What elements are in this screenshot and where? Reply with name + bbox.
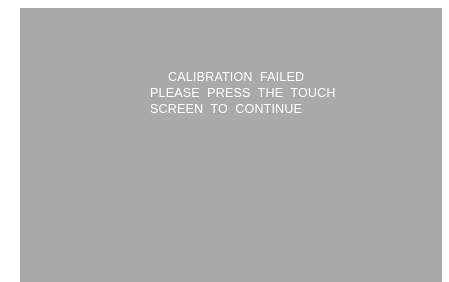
calibration-message: CALIBRATION FAILED PLEASE PRESS THE TOUC… bbox=[20, 69, 442, 117]
touch-screen-area[interactable]: CALIBRATION FAILED PLEASE PRESS THE TOUC… bbox=[20, 8, 442, 282]
message-instruction-line1: PLEASE PRESS THE TOUCH bbox=[150, 86, 336, 100]
message-instruction-line2: SCREEN TO CONTINUE bbox=[150, 102, 303, 116]
message-title: CALIBRATION FAILED bbox=[168, 70, 305, 84]
